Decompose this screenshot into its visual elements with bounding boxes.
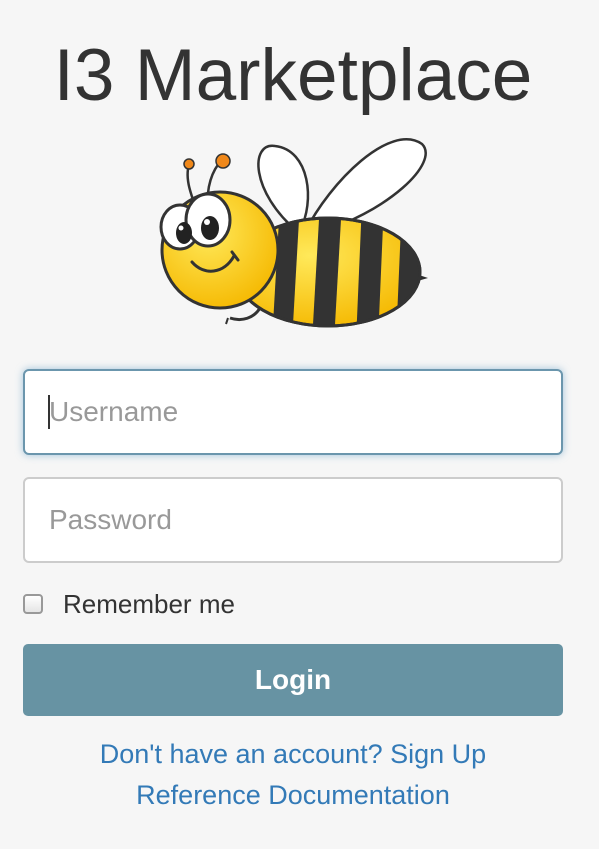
password-input[interactable]: [23, 477, 563, 563]
remember-me-row[interactable]: Remember me: [23, 587, 235, 621]
login-page: I3 Marketplace Username Remember me Logi…: [0, 0, 599, 849]
bee-icon: [159, 138, 428, 328]
reference-docs-link[interactable]: Reference Documentation: [136, 775, 450, 816]
footer-links: Don't have an account? Sign Up Reference…: [0, 734, 586, 816]
page-title: I3 Marketplace: [53, 35, 533, 116]
remember-me-checkbox[interactable]: [23, 594, 43, 614]
signup-link[interactable]: Don't have an account? Sign Up: [100, 734, 486, 775]
remember-me-label: Remember me: [63, 588, 235, 619]
text-cursor: [48, 395, 50, 429]
username-input[interactable]: [23, 369, 563, 455]
login-button[interactable]: Login: [23, 644, 563, 716]
